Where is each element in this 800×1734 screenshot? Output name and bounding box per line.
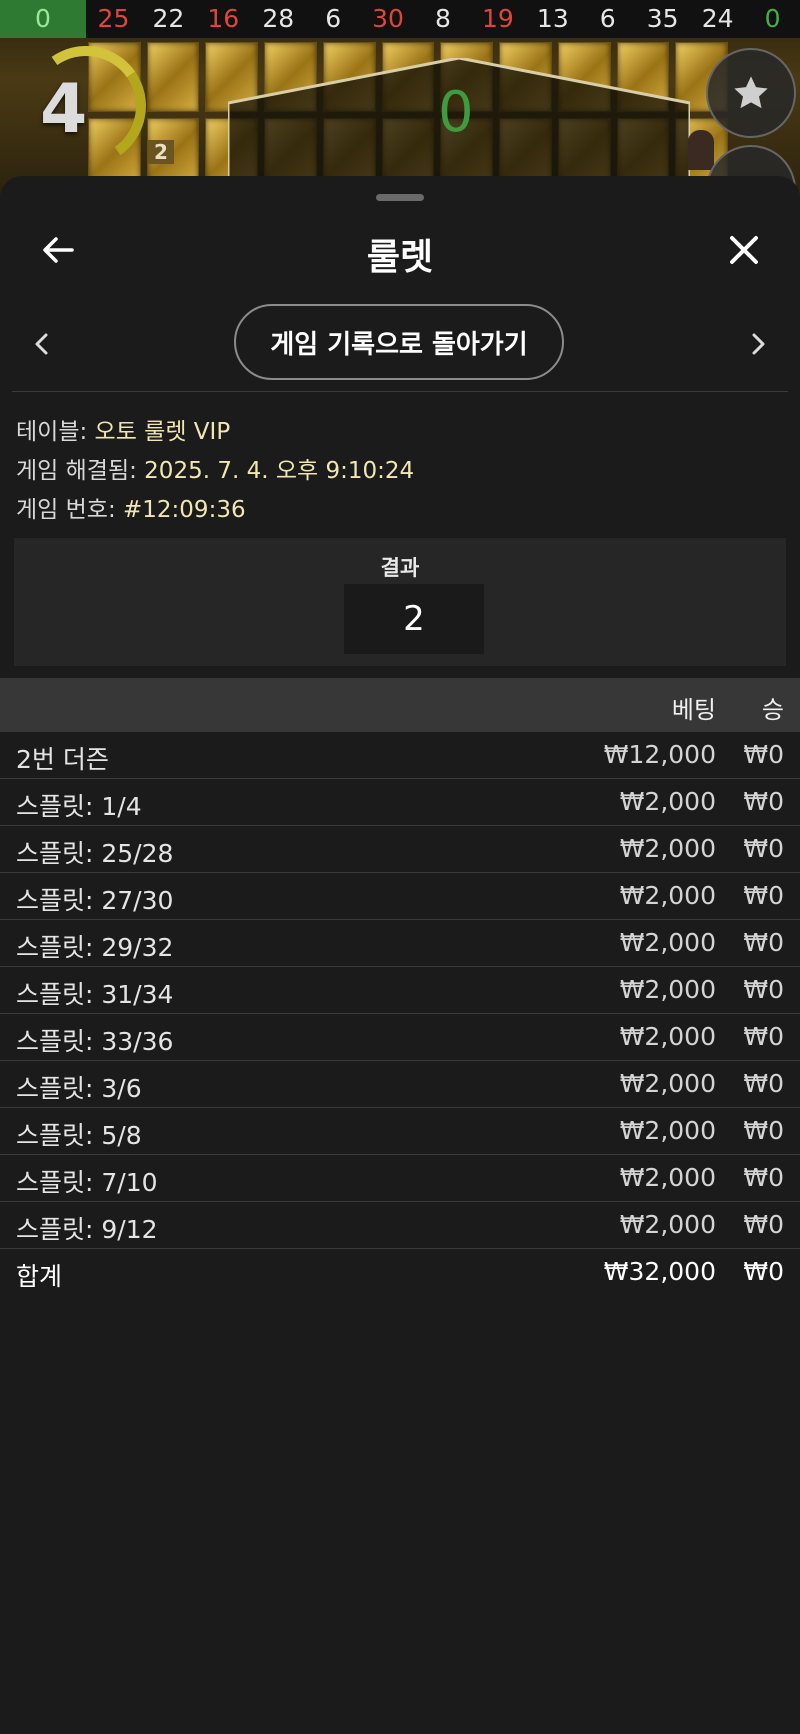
bets-header-bet: 베팅 <box>671 696 716 724</box>
history-number: 19 <box>482 4 514 33</box>
info-game-number: 게임 번호: #12:09:36 <box>16 490 246 524</box>
bet-win: ₩0 <box>743 740 784 769</box>
back-to-history-button[interactable]: 게임 기록으로 돌아가기 <box>234 304 564 380</box>
bet-row: 스플릿: 25/28 ₩2,000 ₩0 <box>0 826 800 873</box>
bets-header-win: 승 <box>761 696 784 724</box>
bet-win: ₩0 <box>743 975 784 1004</box>
bet-bet: ₩2,000 <box>619 1210 716 1239</box>
bet-bet: ₩32,000 <box>603 1257 716 1286</box>
bet-row: 스플릿: 9/12 ₩2,000 ₩0 <box>0 1202 800 1249</box>
tile-label: 2 <box>148 140 174 164</box>
dealer-image <box>688 130 714 170</box>
bet-win: ₩0 <box>743 1069 784 1098</box>
history-number: 0 <box>764 4 781 33</box>
result-display: 0 <box>438 80 474 145</box>
bet-row: 스플릿: 1/4 ₩2,000 ₩0 <box>0 779 800 826</box>
bet-bet: ₩2,000 <box>619 928 716 957</box>
bet-row: 스플릿: 3/6 ₩2,000 ₩0 <box>0 1061 800 1108</box>
bet-row: 스플릿: 27/30 ₩2,000 ₩0 <box>0 873 800 920</box>
bet-win: ₩0 <box>743 1116 784 1145</box>
bet-bet: ₩2,000 <box>619 1163 716 1192</box>
history-nav: 게임 기록으로 돌아가기 <box>0 304 800 384</box>
bet-name: 스플릿: 27/30 <box>16 886 174 915</box>
bet-row: 스플릿: 33/36 ₩2,000 ₩0 <box>0 1014 800 1061</box>
close-icon[interactable] <box>724 230 764 270</box>
info-resolved: 게임 해결됨: 2025. 7. 4. 오후 9:10:24 <box>16 451 414 485</box>
bet-name: 스플릿: 31/34 <box>16 980 174 1009</box>
bet-bet: ₩2,000 <box>619 834 716 863</box>
info-resolved-value: 2025. 7. 4. 오후 9:10:24 <box>144 458 415 484</box>
timer-value: 4 <box>40 70 88 149</box>
bet-bet: ₩2,000 <box>619 975 716 1004</box>
info-table-value: 오토 룰렛 VIP <box>94 419 231 445</box>
bet-bet: ₩2,000 <box>619 1022 716 1051</box>
bet-name: 스플릿: 33/36 <box>16 1027 174 1056</box>
bet-name: 스플릿: 29/32 <box>16 933 174 962</box>
star-icon <box>734 76 768 109</box>
bet-win: ₩0 <box>743 787 784 816</box>
bets-header: 베팅 승 <box>0 678 800 732</box>
result-box: 결과 2 <box>14 538 786 666</box>
info-table-label: 테이블: <box>16 419 95 445</box>
bet-win: ₩0 <box>743 1210 784 1239</box>
roulette-tile <box>146 42 200 112</box>
bet-win: ₩0 <box>743 834 784 863</box>
bet-bet: ₩2,000 <box>619 881 716 910</box>
bet-name: 합계 <box>16 1262 63 1291</box>
bet-bet: ₩2,000 <box>619 787 716 816</box>
info-table: 테이블: 오토 룰렛 VIP <box>16 412 230 446</box>
bet-name: 스플릿: 3/6 <box>16 1074 142 1103</box>
history-number: 25 <box>97 4 130 33</box>
bet-name: 스플릿: 1/4 <box>16 792 142 821</box>
chevron-left-icon[interactable] <box>28 326 56 362</box>
sheet-header: 룰렛 <box>0 216 800 286</box>
history-number: 24 <box>701 4 734 33</box>
divider <box>12 391 788 392</box>
bet-bet: ₩12,000 <box>603 740 716 769</box>
sheet-grabber[interactable] <box>376 194 424 201</box>
history-number: 22 <box>152 4 185 33</box>
bet-bet: ₩2,000 <box>619 1069 716 1098</box>
bet-win: ₩0 <box>743 1257 784 1286</box>
chevron-right-icon[interactable] <box>744 326 772 362</box>
bet-win: ₩0 <box>743 881 784 910</box>
history-number: 0 <box>0 0 86 38</box>
bet-name: 스플릿: 25/28 <box>16 839 174 868</box>
history-number: 16 <box>207 4 240 33</box>
history-number: 28 <box>262 4 295 33</box>
history-number: 8 <box>435 4 451 33</box>
history-number: 13 <box>536 4 569 33</box>
bet-win: ₩0 <box>743 1163 784 1192</box>
bet-row: 스플릿: 29/32 ₩2,000 ₩0 <box>0 920 800 967</box>
history-number: 30 <box>372 4 404 33</box>
history-number: 6 <box>325 4 342 33</box>
total-row: 합계 ₩32,000 ₩0 <box>0 1249 800 1295</box>
history-number: 35 <box>646 4 679 33</box>
bet-name: 2번 더즌 <box>16 745 109 774</box>
bet-row: 2번 더즌 ₩12,000 ₩0 <box>0 732 800 779</box>
info-resolved-label: 게임 해결됨: <box>16 458 145 484</box>
bet-bet: ₩2,000 <box>619 1116 716 1145</box>
bet-row: 스플릿: 7/10 ₩2,000 ₩0 <box>0 1155 800 1202</box>
bet-name: 스플릿: 7/10 <box>16 1168 158 1197</box>
bet-win: ₩0 <box>743 1022 784 1051</box>
result-number: 2 <box>344 584 484 654</box>
sheet-title: 룰렛 <box>366 237 434 278</box>
result-title: 결과 <box>380 556 420 580</box>
bet-row: 스플릿: 5/8 ₩2,000 ₩0 <box>0 1108 800 1155</box>
history-strip: 0 25 22 16 28 6 30 8 19 13 6 35 24 0 <box>0 0 800 38</box>
favorite-button[interactable] <box>706 48 796 138</box>
bet-name: 스플릿: 9/12 <box>16 1215 158 1244</box>
bet-win: ₩0 <box>743 928 784 957</box>
bet-name: 스플릿: 5/8 <box>16 1121 142 1150</box>
history-number: 6 <box>599 4 616 33</box>
bet-row: 스플릿: 31/34 ₩2,000 ₩0 <box>0 967 800 1014</box>
game-detail-sheet: 룰렛 게임 기록으로 돌아가기 테이블: 오토 룰렛 VIP 게임 해결됨: 2… <box>0 176 800 1734</box>
game-background: 0 25 22 16 28 6 30 8 19 13 6 35 24 0 4 2 0 <box>0 0 800 200</box>
info-game-number-value: #12:09:36 <box>123 497 246 523</box>
info-game-number-label: 게임 번호: <box>16 497 124 523</box>
